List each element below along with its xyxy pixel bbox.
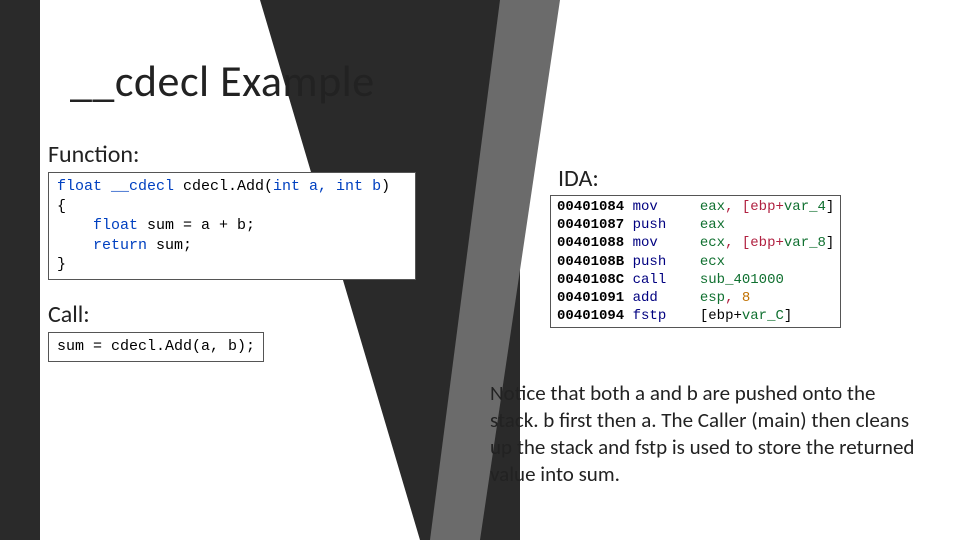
call-code-block: sum = cdecl.Add(a, b); [48,332,264,362]
code-token: cdecl.Add(a, b); [111,338,255,355]
label-call: Call: [48,300,90,329]
code-token: int a, int b [273,178,381,195]
label-function: Function: [48,140,139,169]
slide: __cdecl Example Function: Call: IDA: flo… [0,0,960,540]
function-code-block: float __cdecl cdecl.Add(int a, int b) { … [48,172,416,280]
ida-disassembly-block: 00401084 mov eax, [ebp+var_4] 00401087 p… [550,195,841,328]
code-token: ) [381,178,390,195]
code-token: float __cdecl [57,178,183,195]
label-ida: IDA: [558,164,599,193]
explanation-paragraph: Notice that both a and b are pushed onto… [490,380,925,488]
code-token: cdecl.Add( [183,178,273,195]
code-token: return [57,237,156,254]
code-token: sum = a + b; [147,217,255,234]
code-token: sum = [57,338,111,355]
code-token: float [57,217,147,234]
slide-title: __cdecl Example [70,54,375,108]
code-token: sum; [156,237,192,254]
